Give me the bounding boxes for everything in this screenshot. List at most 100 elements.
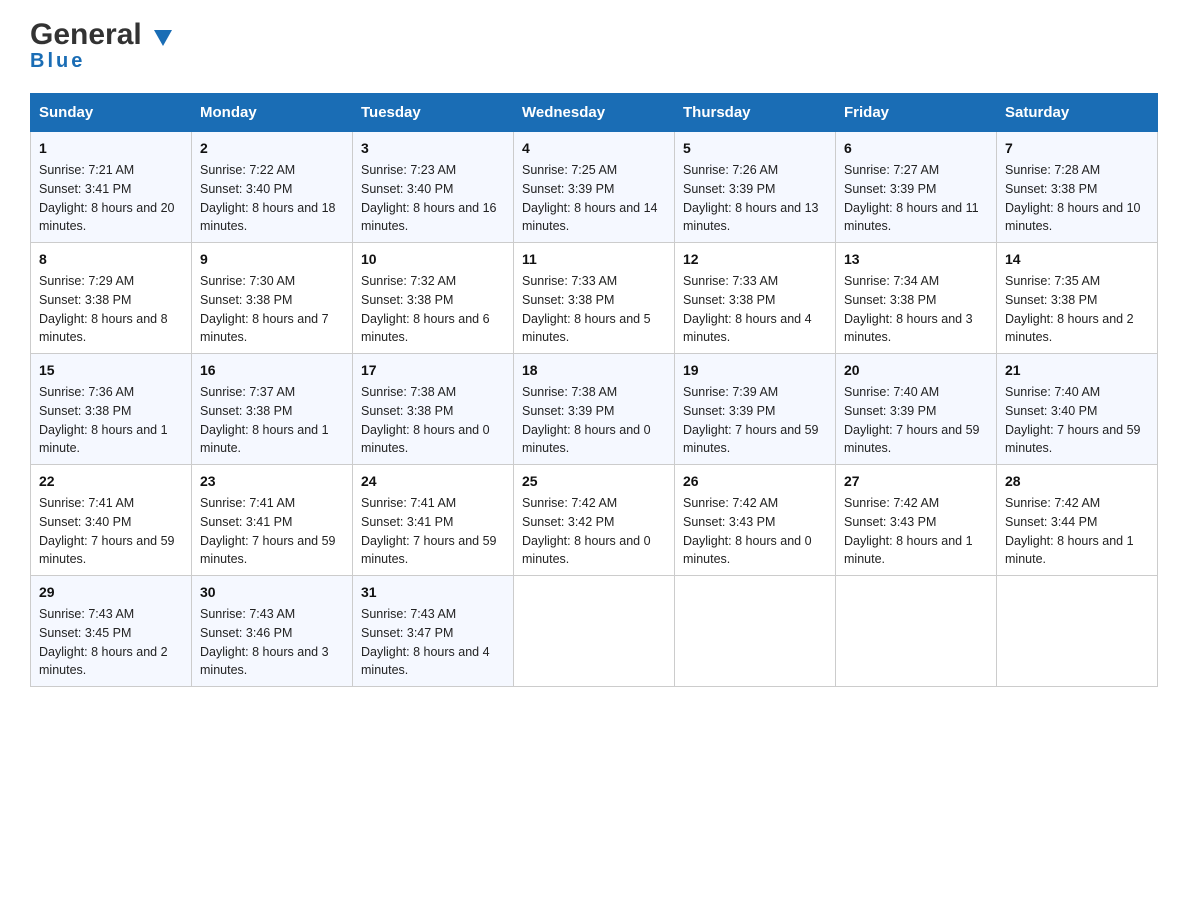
column-header-thursday: Thursday (675, 94, 836, 132)
day-number: 23 (200, 471, 344, 492)
calendar-week-row: 29 Sunrise: 7:43 AMSunset: 3:45 PMDayligh… (31, 576, 1158, 687)
logo: General Blue (30, 20, 172, 73)
day-info: Sunrise: 7:27 AMSunset: 3:39 PMDaylight:… (844, 163, 979, 233)
day-number: 8 (39, 249, 183, 270)
calendar-cell: 14 Sunrise: 7:35 AMSunset: 3:38 PMDayligh… (997, 243, 1158, 354)
day-number: 2 (200, 138, 344, 159)
column-header-sunday: Sunday (31, 94, 192, 132)
calendar-cell: 13Sunrise: 7:34 AMSunset: 3:38 PMDayligh… (836, 243, 997, 354)
calendar-cell: 8 Sunrise: 7:29 AMSunset: 3:38 PMDaylight… (31, 243, 192, 354)
page-header: General Blue (30, 20, 1158, 73)
day-number: 15 (39, 360, 183, 381)
day-info: Sunrise: 7:38 AMSunset: 3:39 PMDaylight:… (522, 385, 651, 455)
day-info: Sunrise: 7:21 AMSunset: 3:41 PMDaylight:… (39, 163, 175, 233)
day-info: Sunrise: 7:33 AMSunset: 3:38 PMDaylight:… (522, 274, 651, 344)
calendar-cell: 5Sunrise: 7:26 AMSunset: 3:39 PMDaylight… (675, 132, 836, 243)
logo-wordmark: General (30, 20, 172, 50)
day-number: 14 (1005, 249, 1149, 270)
day-number: 22 (39, 471, 183, 492)
logo-general-text: General (30, 20, 142, 50)
calendar-cell (997, 576, 1158, 687)
day-info: Sunrise: 7:35 AMSunset: 3:38 PMDaylight:… (1005, 274, 1134, 344)
day-number: 29 (39, 582, 183, 603)
calendar-week-row: 15 Sunrise: 7:36 AMSunset: 3:38 PMDayligh… (31, 354, 1158, 465)
day-info: Sunrise: 7:43 AMSunset: 3:47 PMDaylight:… (361, 607, 490, 677)
calendar-cell: 30 Sunrise: 7:43 AMSunset: 3:46 PMDayligh… (192, 576, 353, 687)
day-number: 11 (522, 249, 666, 270)
day-info: Sunrise: 7:41 AMSunset: 3:41 PMDaylight:… (200, 496, 336, 566)
calendar-cell: 2 Sunrise: 7:22 AMSunset: 3:40 PMDaylight… (192, 132, 353, 243)
day-number: 13 (844, 249, 988, 270)
calendar-cell (675, 576, 836, 687)
day-info: Sunrise: 7:41 AMSunset: 3:40 PMDaylight:… (39, 496, 175, 566)
calendar-cell: 19 Sunrise: 7:39 AMSunset: 3:39 PMDayligh… (675, 354, 836, 465)
day-info: Sunrise: 7:41 AMSunset: 3:41 PMDaylight:… (361, 496, 497, 566)
column-header-friday: Friday (836, 94, 997, 132)
calendar-cell: 27Sunrise: 7:42 AMSunset: 3:43 PMDayligh… (836, 465, 997, 576)
calendar-cell: 7 Sunrise: 7:28 AMSunset: 3:38 PMDaylight… (997, 132, 1158, 243)
calendar-cell: 26 Sunrise: 7:42 AMSunset: 3:43 PMDayligh… (675, 465, 836, 576)
day-number: 20 (844, 360, 988, 381)
calendar-cell: 1 Sunrise: 7:21 AMSunset: 3:41 PMDaylight… (31, 132, 192, 243)
day-number: 18 (522, 360, 666, 381)
day-number: 27 (844, 471, 988, 492)
calendar-cell: 23 Sunrise: 7:41 AMSunset: 3:41 PMDayligh… (192, 465, 353, 576)
column-header-monday: Monday (192, 94, 353, 132)
day-number: 28 (1005, 471, 1149, 492)
calendar-table: SundayMondayTuesdayWednesdayThursdayFrid… (30, 93, 1158, 687)
logo-blue-text: Blue (30, 50, 85, 73)
day-number: 7 (1005, 138, 1149, 159)
day-number: 3 (361, 138, 505, 159)
calendar-week-row: 1 Sunrise: 7:21 AMSunset: 3:41 PMDaylight… (31, 132, 1158, 243)
calendar-week-row: 22 Sunrise: 7:41 AMSunset: 3:40 PMDayligh… (31, 465, 1158, 576)
day-info: Sunrise: 7:43 AMSunset: 3:46 PMDaylight:… (200, 607, 329, 677)
day-info: Sunrise: 7:36 AMSunset: 3:38 PMDaylight:… (39, 385, 168, 455)
day-number: 21 (1005, 360, 1149, 381)
day-info: Sunrise: 7:30 AMSunset: 3:38 PMDaylight:… (200, 274, 329, 344)
calendar-cell: 18 Sunrise: 7:38 AMSunset: 3:39 PMDayligh… (514, 354, 675, 465)
calendar-cell: 11 Sunrise: 7:33 AMSunset: 3:38 PMDayligh… (514, 243, 675, 354)
column-header-saturday: Saturday (997, 94, 1158, 132)
day-number: 12 (683, 249, 827, 270)
day-info: Sunrise: 7:22 AMSunset: 3:40 PMDaylight:… (200, 163, 336, 233)
day-info: Sunrise: 7:28 AMSunset: 3:38 PMDaylight:… (1005, 163, 1141, 233)
day-number: 26 (683, 471, 827, 492)
day-info: Sunrise: 7:37 AMSunset: 3:38 PMDaylight:… (200, 385, 329, 455)
triangle-icon (154, 30, 172, 46)
calendar-cell (514, 576, 675, 687)
calendar-cell: 22 Sunrise: 7:41 AMSunset: 3:40 PMDayligh… (31, 465, 192, 576)
day-number: 9 (200, 249, 344, 270)
day-info: Sunrise: 7:33 AMSunset: 3:38 PMDaylight:… (683, 274, 812, 344)
day-number: 31 (361, 582, 505, 603)
day-info: Sunrise: 7:23 AMSunset: 3:40 PMDaylight:… (361, 163, 497, 233)
calendar-cell: 28 Sunrise: 7:42 AMSunset: 3:44 PMDayligh… (997, 465, 1158, 576)
calendar-cell: 17Sunrise: 7:38 AMSunset: 3:38 PMDayligh… (353, 354, 514, 465)
calendar-week-row: 8 Sunrise: 7:29 AMSunset: 3:38 PMDaylight… (31, 243, 1158, 354)
day-info: Sunrise: 7:42 AMSunset: 3:43 PMDaylight:… (683, 496, 812, 566)
day-info: Sunrise: 7:42 AMSunset: 3:44 PMDaylight:… (1005, 496, 1134, 566)
day-info: Sunrise: 7:32 AMSunset: 3:38 PMDaylight:… (361, 274, 490, 344)
calendar-cell: 10 Sunrise: 7:32 AMSunset: 3:38 PMDayligh… (353, 243, 514, 354)
calendar-cell: 9 Sunrise: 7:30 AMSunset: 3:38 PMDaylight… (192, 243, 353, 354)
day-info: Sunrise: 7:29 AMSunset: 3:38 PMDaylight:… (39, 274, 168, 344)
day-number: 4 (522, 138, 666, 159)
day-info: Sunrise: 7:39 AMSunset: 3:39 PMDaylight:… (683, 385, 819, 455)
column-header-wednesday: Wednesday (514, 94, 675, 132)
day-number: 19 (683, 360, 827, 381)
calendar-cell: 16 Sunrise: 7:37 AMSunset: 3:38 PMDayligh… (192, 354, 353, 465)
day-number: 6 (844, 138, 988, 159)
day-number: 16 (200, 360, 344, 381)
day-info: Sunrise: 7:42 AMSunset: 3:42 PMDaylight:… (522, 496, 651, 566)
day-number: 1 (39, 138, 183, 159)
day-info: Sunrise: 7:40 AMSunset: 3:39 PMDaylight:… (844, 385, 980, 455)
logo-triangle-shape (154, 22, 172, 52)
calendar-cell: 31 Sunrise: 7:43 AMSunset: 3:47 PMDayligh… (353, 576, 514, 687)
column-header-tuesday: Tuesday (353, 94, 514, 132)
calendar-cell: 24Sunrise: 7:41 AMSunset: 3:41 PMDayligh… (353, 465, 514, 576)
day-info: Sunrise: 7:43 AMSunset: 3:45 PMDaylight:… (39, 607, 168, 677)
day-number: 30 (200, 582, 344, 603)
calendar-cell: 15 Sunrise: 7:36 AMSunset: 3:38 PMDayligh… (31, 354, 192, 465)
calendar-header-row: SundayMondayTuesdayWednesdayThursdayFrid… (31, 94, 1158, 132)
calendar-cell: 20 Sunrise: 7:40 AMSunset: 3:39 PMDayligh… (836, 354, 997, 465)
day-number: 10 (361, 249, 505, 270)
